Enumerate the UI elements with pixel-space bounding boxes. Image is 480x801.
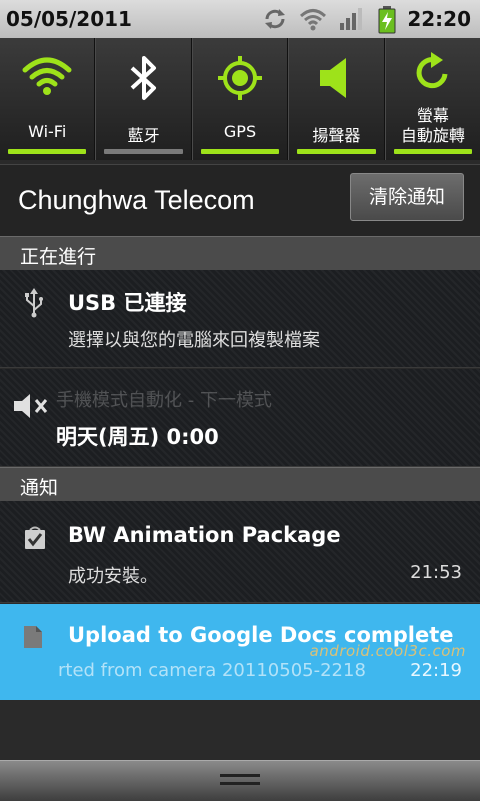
toggle-speaker-indicator: [297, 149, 376, 154]
notification-title: BW Animation Package: [68, 523, 341, 547]
toggle-gps-label: GPS: [223, 122, 257, 141]
sync-icon: [262, 6, 288, 36]
toggle-speaker[interactable]: 揚聲器: [288, 38, 385, 160]
toggle-wifi[interactable]: Wi-Fi: [0, 38, 96, 160]
toggle-wifi-label: Wi-Fi: [28, 122, 67, 141]
notification-subtitle: rted from camera 20110505-2218: [58, 660, 366, 681]
notification-subtitle: 選擇以與您的電腦來回複製檔案: [68, 330, 320, 351]
toggle-auto-rotate[interactable]: 螢幕 自動旋轉: [384, 38, 480, 160]
carrier-row: Chunghwa Telecom 清除通知: [0, 164, 480, 237]
mute-icon: [12, 391, 50, 425]
cell-signal-icon: [338, 6, 364, 36]
toggle-bluetooth-label: 藍牙: [127, 126, 160, 145]
toggle-gps-indicator: [200, 149, 280, 154]
rotate-icon: [411, 50, 455, 98]
carrier-name: Chunghwa Telecom: [18, 185, 255, 215]
toggle-auto-rotate-label-line2: 自動旋轉: [400, 126, 465, 145]
wifi-icon: [21, 54, 73, 102]
notification-bw-animation[interactable]: BW Animation Package 成功安裝。 21:53: [0, 501, 480, 603]
status-date: 05/05/2011: [6, 7, 132, 31]
notification-title: USB 已連接: [68, 291, 187, 315]
toggle-speaker-label: 揚聲器: [312, 126, 361, 145]
toggle-auto-rotate-label: 螢幕 自動旋轉: [386, 106, 480, 146]
grip-line: [220, 782, 260, 785]
watermark: android.cool3c.com: [309, 642, 466, 660]
package-icon: [22, 525, 48, 555]
wifi-signal-icon: [298, 6, 328, 36]
notification-usb-connected[interactable]: USB 已連接 選擇以與您的電腦來回複製檔案: [0, 270, 480, 368]
notification-time: 22:19: [410, 660, 462, 681]
battery-charging-icon: [378, 6, 396, 38]
quick-settings-toggles: Wi-Fi 藍牙 GPS 揚聲器 螢幕 自動旋轉: [0, 38, 480, 160]
grip-line: [220, 774, 260, 777]
usb-icon: [22, 288, 46, 322]
toggle-auto-rotate-indicator: [393, 149, 473, 154]
section-title-ongoing: 正在進行: [20, 246, 97, 268]
notification-phone-mode[interactable]: 手機模式自動化 - 下一模式 明天(周五) 0:00: [0, 369, 480, 467]
notification-time: 21:53: [410, 562, 462, 583]
notification-subtitle: 成功安裝。: [68, 566, 158, 587]
clear-notifications-button[interactable]: 清除通知: [350, 173, 464, 221]
gps-icon: [216, 54, 264, 106]
notification-subtitle: 明天(周五) 0:00: [56, 425, 219, 449]
notification-title: 手機模式自動化 - 下一模式: [56, 390, 272, 411]
notification-drawer-handle[interactable]: [0, 760, 480, 801]
speaker-icon: [314, 54, 358, 106]
toggle-bluetooth[interactable]: 藍牙: [95, 38, 192, 160]
toggle-auto-rotate-label-line1: 螢幕: [416, 106, 449, 125]
section-title-notifications: 通知: [20, 477, 59, 499]
bluetooth-icon: [124, 54, 164, 106]
status-bar: 05/05/2011 22:20: [0, 0, 480, 38]
toggle-wifi-indicator: [8, 149, 87, 154]
section-header-ongoing: 正在進行: [0, 236, 480, 270]
status-time: 22:20: [407, 7, 471, 31]
document-icon: [22, 624, 44, 654]
section-header-notifications: 通知: [0, 467, 480, 501]
toggle-bluetooth-indicator: [104, 149, 183, 154]
toggle-gps[interactable]: GPS: [191, 38, 289, 160]
